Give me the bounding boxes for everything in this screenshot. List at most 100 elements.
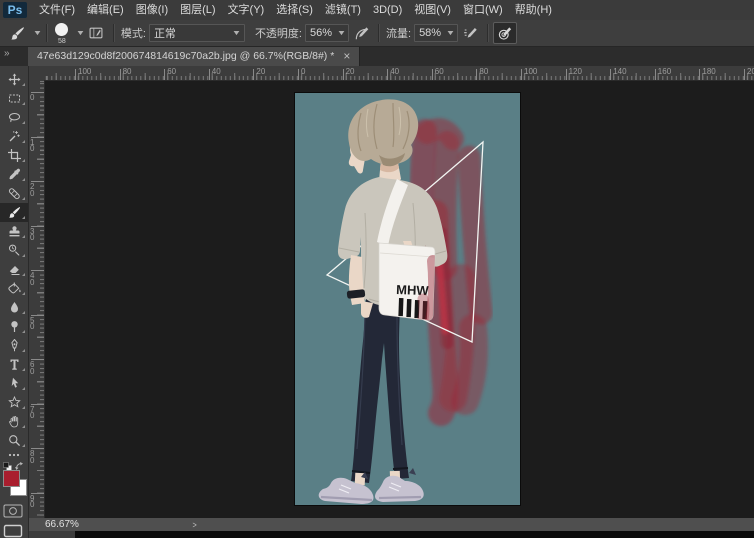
ruler-label: 8 0 [30, 451, 34, 464]
menu-item-2[interactable]: 图像(I) [130, 0, 174, 20]
ruler-label: 2 0 [30, 184, 34, 197]
quick-mask-icon[interactable] [3, 504, 23, 523]
brush-tool[interactable] [0, 203, 28, 222]
opacity-input[interactable]: 56% ▼ [305, 24, 349, 42]
ruler-label: 120 [569, 67, 582, 76]
divider [378, 24, 379, 42]
eraser-tool[interactable] [0, 260, 28, 279]
eyedropper-tool-icon [8, 168, 21, 181]
menu-item-1[interactable]: 编辑(E) [81, 0, 130, 20]
brush-tip-preview: 58 [52, 22, 72, 44]
chevron-down-icon: ▼ [76, 30, 86, 37]
ruler-label: 60 [435, 67, 444, 76]
ruler-label: 6 0 [30, 362, 34, 375]
vertical-ruler: 01 02 03 04 05 06 07 08 09 0 [28, 80, 45, 518]
size-pressure-icon[interactable] [493, 22, 517, 44]
eraser-tool-icon [8, 263, 21, 276]
menu-item-7[interactable]: 3D(D) [367, 0, 408, 20]
ruler-tick [75, 69, 76, 80]
pen-tool-icon [8, 339, 21, 352]
ruler-tick [432, 69, 433, 80]
menu-item-8[interactable]: 视图(V) [408, 0, 457, 20]
rectangular-marquee-tool[interactable] [0, 89, 28, 108]
brush-tool-icon [8, 206, 21, 219]
ruler-label: 3 0 [30, 229, 34, 242]
ruler-tick [610, 69, 611, 80]
magic-wand-tool[interactable] [0, 127, 28, 146]
ruler-tick [521, 69, 522, 80]
document-tab-bar: » 47e63d129c0d8f200674814619c70a2b.jpg @… [0, 46, 754, 66]
chevron-down-icon: ▼ [337, 30, 347, 37]
menu-item-9[interactable]: 窗口(W) [457, 0, 509, 20]
close-tab-icon[interactable]: × [343, 51, 350, 61]
menu-item-10[interactable]: 帮助(H) [509, 0, 558, 20]
canvas-pasteboard: MHW [44, 80, 754, 518]
flow-input[interactable]: 58% ▼ [414, 24, 458, 42]
document-title: 47e63d129c0d8f200674814619c70a2b.jpg @ 6… [37, 50, 334, 62]
clone-stamp-tool-icon [8, 225, 21, 238]
paint-bucket-tool[interactable] [0, 279, 28, 298]
dodge-tool-icon [8, 320, 21, 333]
menu-item-0[interactable]: 文件(F) [33, 0, 81, 20]
ruler-label: 100 [524, 67, 537, 76]
clone-stamp-tool[interactable] [0, 222, 28, 241]
hand-tool[interactable] [0, 412, 28, 431]
document-tab[interactable]: 47e63d129c0d8f200674814619c70a2b.jpg @ 6… [28, 46, 360, 66]
ruler-label: 1 0 [30, 140, 34, 153]
menu-item-3[interactable]: 图层(L) [174, 0, 221, 20]
document-canvas[interactable]: MHW [295, 93, 520, 505]
ruler-tick [298, 69, 299, 80]
history-brush-tool-icon [8, 244, 21, 257]
ruler-tick [253, 69, 254, 80]
ruler-origin-corner[interactable] [28, 66, 45, 81]
tools-panel [0, 66, 29, 538]
status-chevron-icon[interactable]: > [193, 520, 197, 530]
screen-mode-icon[interactable] [3, 524, 23, 538]
zoom-tool[interactable] [0, 431, 28, 450]
airbrush-icon[interactable] [458, 22, 482, 44]
ruler-tick [209, 69, 210, 80]
dodge-tool[interactable] [0, 317, 28, 336]
spot-healing-brush-tool[interactable] [0, 184, 28, 203]
menu-item-4[interactable]: 文字(Y) [222, 0, 271, 20]
zoom-level-field[interactable]: 66.67% [45, 519, 79, 530]
lasso-tool[interactable] [0, 108, 28, 127]
magic-wand-tool-icon [8, 130, 21, 143]
ruler-tick [120, 69, 121, 80]
custom-shape-tool[interactable] [0, 393, 28, 412]
ruler-tick [164, 69, 165, 80]
zoom-tool-icon [8, 434, 21, 447]
crop-tool[interactable] [0, 146, 28, 165]
divider [113, 24, 114, 42]
chevron-down-icon: ▼ [446, 30, 456, 37]
ruler-tick [476, 69, 477, 80]
path-selection-tool[interactable] [0, 374, 28, 393]
ruler-tick [655, 69, 656, 80]
ruler-tick [744, 69, 745, 80]
opacity-pressure-icon[interactable] [349, 22, 373, 44]
brush-size-picker[interactable]: 58 ▼ [52, 22, 84, 44]
toolbar-collapse-icon[interactable]: » [4, 48, 9, 59]
menu-item-6[interactable]: 滤镜(T) [319, 0, 367, 20]
history-brush-tool[interactable] [0, 241, 28, 260]
ruler-label: 80 [123, 67, 132, 76]
move-tool[interactable] [0, 70, 28, 89]
brush-tip-dot [55, 23, 68, 36]
blur-tool[interactable] [0, 298, 28, 317]
eyedropper-tool[interactable] [0, 165, 28, 184]
mode-label: 模式: [121, 25, 146, 41]
color-picker-widget [0, 458, 28, 502]
foreground-color-swatch[interactable] [3, 470, 20, 487]
ruler-tick [566, 69, 567, 80]
flow-value: 58% [419, 27, 441, 39]
type-tool[interactable] [0, 355, 28, 374]
ruler-label: 20 [346, 67, 355, 76]
ruler-label: 200 [747, 67, 754, 76]
chevron-down-icon[interactable]: ▼ [33, 30, 43, 37]
toggle-brush-panel-icon[interactable] [84, 22, 108, 44]
hand-tool-icon [8, 415, 21, 428]
blend-mode-select[interactable]: 正常 ▼ [149, 24, 245, 42]
menu-item-5[interactable]: 选择(S) [270, 0, 319, 20]
brush-preset-icon[interactable] [5, 22, 29, 44]
pen-tool[interactable] [0, 336, 28, 355]
